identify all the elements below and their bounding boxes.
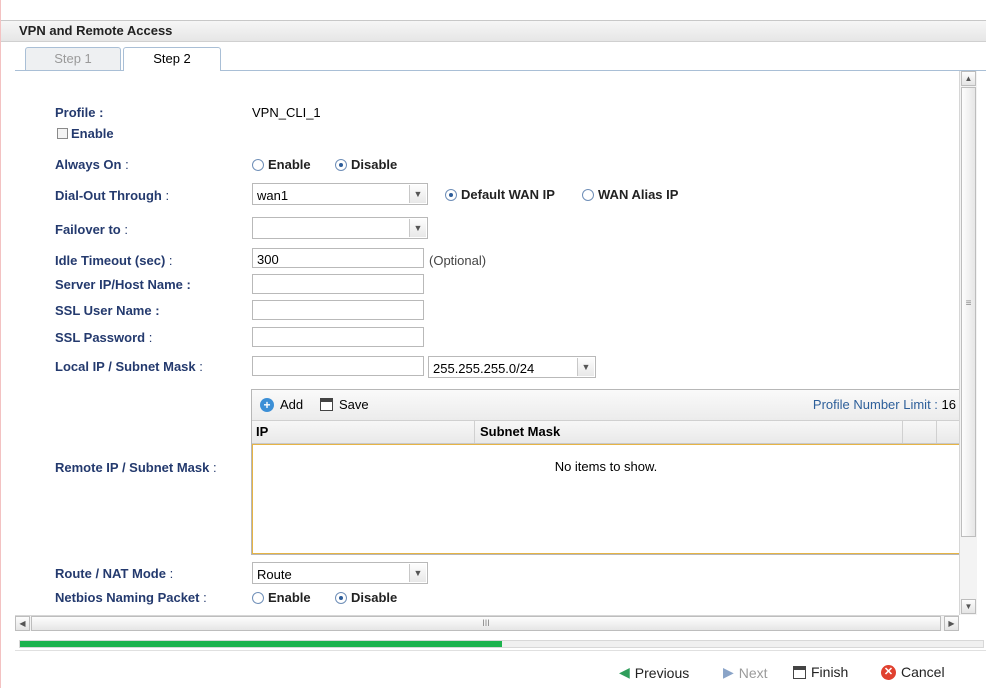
route-nat-label: Route / NAT Mode :: [55, 566, 174, 581]
grid-body: No items to show.: [252, 444, 959, 554]
save-icon: [320, 398, 333, 411]
chevron-down-icon: ▼: [577, 358, 594, 376]
local-subnet-mask-select[interactable]: 255.255.255.0/24 ▼: [428, 356, 596, 378]
idle-timeout-label: Idle Timeout (sec) :: [55, 253, 173, 268]
failover-select[interactable]: ▼: [252, 217, 428, 239]
ssl-password-input[interactable]: [252, 327, 424, 347]
cancel-button[interactable]: ✕ Cancel: [881, 664, 945, 680]
always-on-enable-radio[interactable]: Enable: [252, 157, 311, 172]
scroll-right-icon[interactable]: ▶: [944, 616, 959, 631]
local-ip-label: Local IP / Subnet Mask :: [55, 359, 203, 374]
arrow-right-icon: ▶: [723, 664, 734, 680]
grid-header: IP Subnet Mask: [252, 421, 959, 444]
column-header-subnet-mask: Subnet Mask: [480, 424, 561, 439]
failover-label: Failover to :: [55, 222, 128, 237]
radio-icon: [252, 158, 264, 171]
horizontal-scrollbar[interactable]: ◀ III ▶: [15, 615, 959, 631]
profile-label: Profile :: [55, 105, 104, 120]
dial-out-select[interactable]: wan1 ▼: [252, 183, 428, 205]
chevron-down-icon: ▼: [409, 185, 426, 203]
radio-checked-icon: [335, 591, 347, 604]
tab-step-2[interactable]: Step 2: [123, 47, 221, 71]
save-button[interactable]: Save: [320, 397, 369, 412]
window-title: VPN and Remote Access: [19, 23, 173, 38]
wizard-form: Profile : VPN_CLI_1 Enable Always On : E…: [15, 71, 959, 615]
idle-timeout-input[interactable]: 300: [252, 248, 424, 268]
scroll-up-icon[interactable]: ▲: [961, 71, 976, 86]
grid-toolbar: + Add Save Profile Number Limit : 16: [252, 390, 959, 421]
netbios-disable-radio[interactable]: Disable: [335, 590, 397, 605]
server-ip-label: Server IP/Host Name :: [55, 277, 191, 292]
ssl-password-label: SSL Password :: [55, 330, 153, 345]
progress-fill: [20, 641, 502, 647]
tab-step-1[interactable]: Step 1: [25, 47, 121, 70]
remote-ip-grid: + Add Save Profile Number Limit : 16 IP …: [251, 389, 959, 555]
always-on-label: Always On :: [55, 157, 129, 172]
wan-alias-ip-radio[interactable]: WAN Alias IP: [582, 187, 678, 202]
arrow-left-icon: ◀: [619, 664, 630, 680]
finish-button[interactable]: Finish: [793, 664, 848, 680]
radio-icon: [252, 591, 264, 604]
grid-empty-message: No items to show.: [554, 459, 658, 474]
route-nat-select[interactable]: Route ▼: [252, 562, 428, 584]
window-titlebar: VPN and Remote Access: [1, 20, 986, 42]
add-icon: +: [260, 397, 274, 412]
column-header-ip: IP: [256, 424, 269, 439]
netbios-enable-radio[interactable]: Enable: [252, 590, 311, 605]
chevron-down-icon: ▼: [409, 564, 426, 582]
previous-button[interactable]: ◀ Previous: [619, 664, 689, 681]
ssl-username-input[interactable]: [252, 300, 424, 320]
wizard-progress-bar: [19, 640, 984, 648]
vertical-scrollbar[interactable]: ▲ ≡ ▼: [959, 71, 977, 615]
server-ip-input[interactable]: [252, 274, 424, 294]
netbios-label: Netbios Naming Packet :: [55, 590, 207, 605]
always-on-disable-radio[interactable]: Disable: [335, 157, 397, 172]
horizontal-scroll-thumb[interactable]: III: [31, 616, 941, 631]
profile-enable-checkbox[interactable]: [57, 128, 68, 139]
local-ip-input[interactable]: [252, 356, 424, 376]
save-icon: [793, 665, 806, 679]
wizard-tabs: Step 1 Step 2: [15, 44, 986, 71]
add-button[interactable]: + Add: [260, 397, 303, 412]
vertical-scroll-thumb[interactable]: ≡: [961, 87, 976, 537]
radio-checked-icon: [335, 158, 347, 171]
radio-icon: [582, 188, 594, 201]
radio-checked-icon: [445, 188, 457, 201]
profile-enable-label: Enable: [71, 126, 114, 141]
cancel-icon: ✕: [881, 664, 896, 680]
idle-timeout-hint: (Optional): [429, 253, 487, 268]
scroll-down-icon[interactable]: ▼: [961, 599, 976, 614]
chevron-down-icon: ▼: [409, 219, 426, 237]
scroll-left-icon[interactable]: ◀: [15, 616, 30, 631]
profile-value: VPN_CLI_1: [252, 105, 321, 120]
remote-ip-label: Remote IP / Subnet Mask :: [55, 460, 217, 475]
wizard-footer: ◀ Previous ▶ Next Finish ✕ Cancel: [15, 650, 986, 689]
vpn-wizard-window: VPN and Remote Access Step 1 Step 2 Prof…: [0, 0, 986, 688]
next-button[interactable]: ▶ Next: [723, 664, 768, 681]
default-wan-ip-radio[interactable]: Default WAN IP: [445, 187, 555, 202]
profile-number-limit: Profile Number Limit : 16: [812, 397, 956, 412]
dial-out-label: Dial-Out Through :: [55, 188, 170, 203]
ssl-username-label: SSL User Name :: [55, 303, 160, 318]
